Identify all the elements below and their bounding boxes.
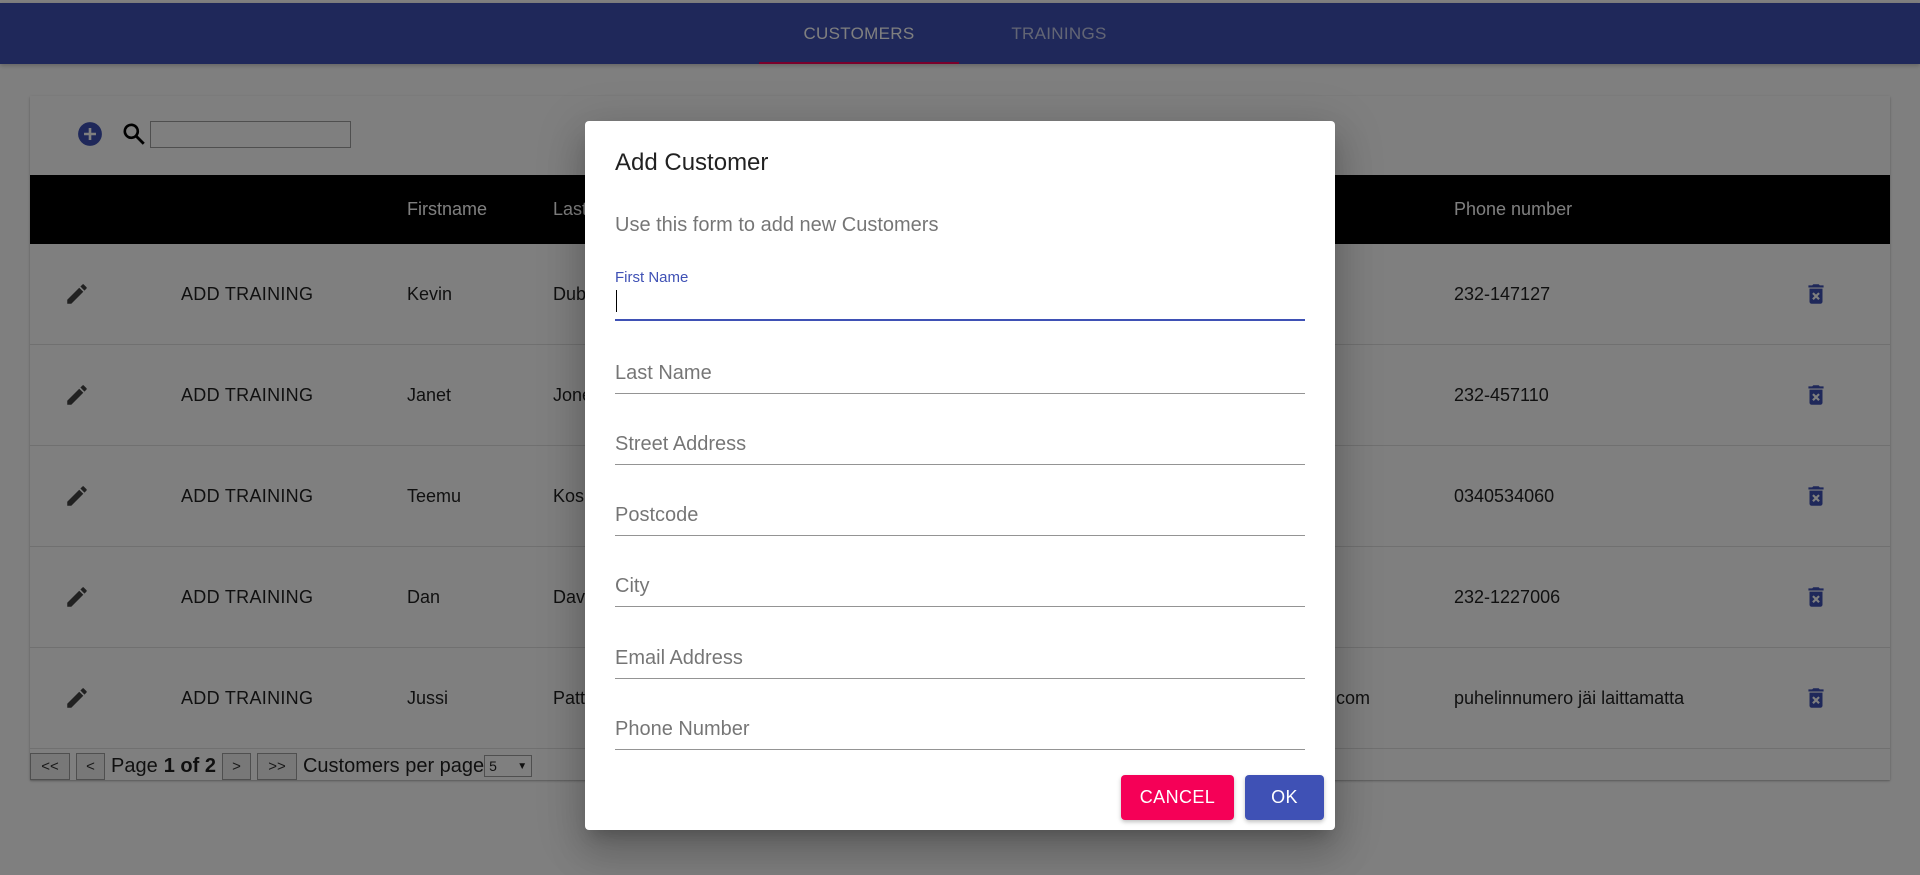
last-name-field[interactable]: Last Name — [615, 354, 1305, 394]
street-address-label: Street Address — [615, 433, 747, 455]
email-field[interactable]: Email Address — [615, 639, 1305, 679]
postcode-field[interactable]: Postcode — [615, 496, 1305, 536]
postcode-label: Postcode — [615, 504, 699, 526]
dialog-title: Add Customer — [615, 149, 769, 176]
phone-field[interactable]: Phone Number — [615, 710, 1305, 750]
ok-button[interactable]: OK — [1245, 775, 1324, 820]
phone-label: Phone Number — [615, 718, 750, 740]
text-caret — [616, 290, 617, 312]
street-address-field[interactable]: Street Address — [615, 425, 1305, 465]
add-customer-dialog: Add Customer Use this form to add new Cu… — [585, 121, 1335, 830]
cancel-button[interactable]: CANCEL — [1121, 775, 1234, 820]
first-name-field[interactable]: First Name — [615, 269, 1305, 321]
city-field[interactable]: City — [615, 567, 1305, 607]
first-name-label: First Name — [615, 269, 689, 286]
city-label: City — [615, 575, 650, 597]
last-name-label: Last Name — [615, 362, 712, 384]
dialog-description: Use this form to add new Customers — [615, 214, 939, 236]
email-label: Email Address — [615, 647, 743, 669]
